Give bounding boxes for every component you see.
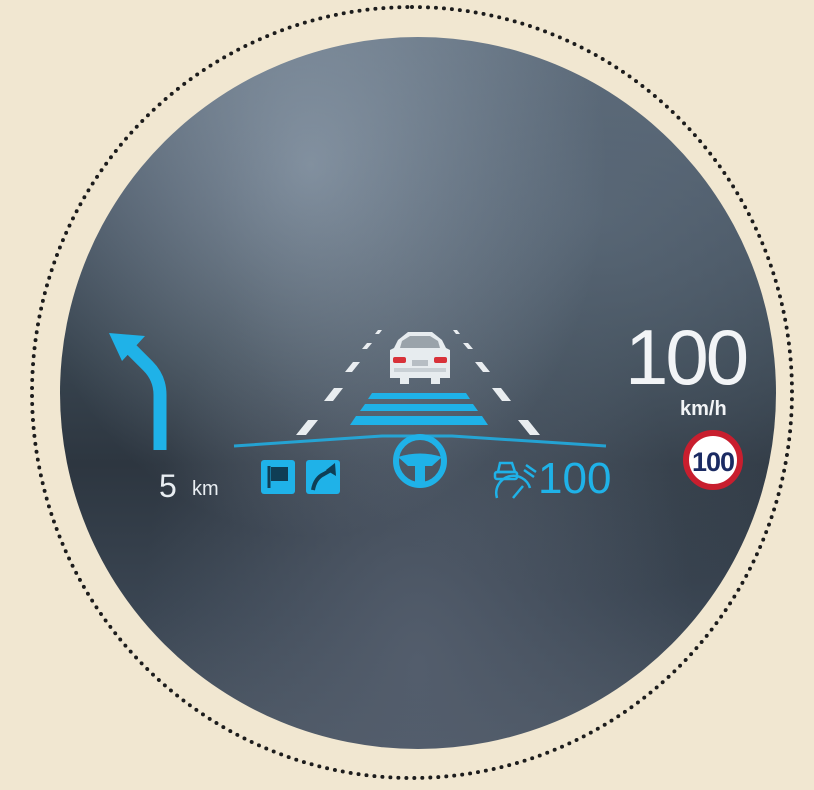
steering-wheel-icon [393,434,447,488]
route-turn-icon [306,460,340,494]
flag-icon [261,460,295,494]
current-speed-unit: km/h [680,398,727,420]
car-rear-icon [390,332,450,384]
turn-left-arrow-icon [109,333,167,450]
current-speed-value: 100 [625,313,749,401]
following-distance-bars [350,393,488,425]
speed-limit-value: 100 [691,447,735,477]
adaptive-cruise-gauge-icon [493,461,537,499]
distance-to-turn-value: 5 [159,468,177,504]
distance-to-turn-unit: km [192,478,219,500]
cruise-set-speed: 100 [538,454,612,503]
head-up-display: 5 km 100 km/h 100 100 [0,0,814,790]
hud-illustration: 5 km 100 km/h 100 100 [0,0,814,790]
